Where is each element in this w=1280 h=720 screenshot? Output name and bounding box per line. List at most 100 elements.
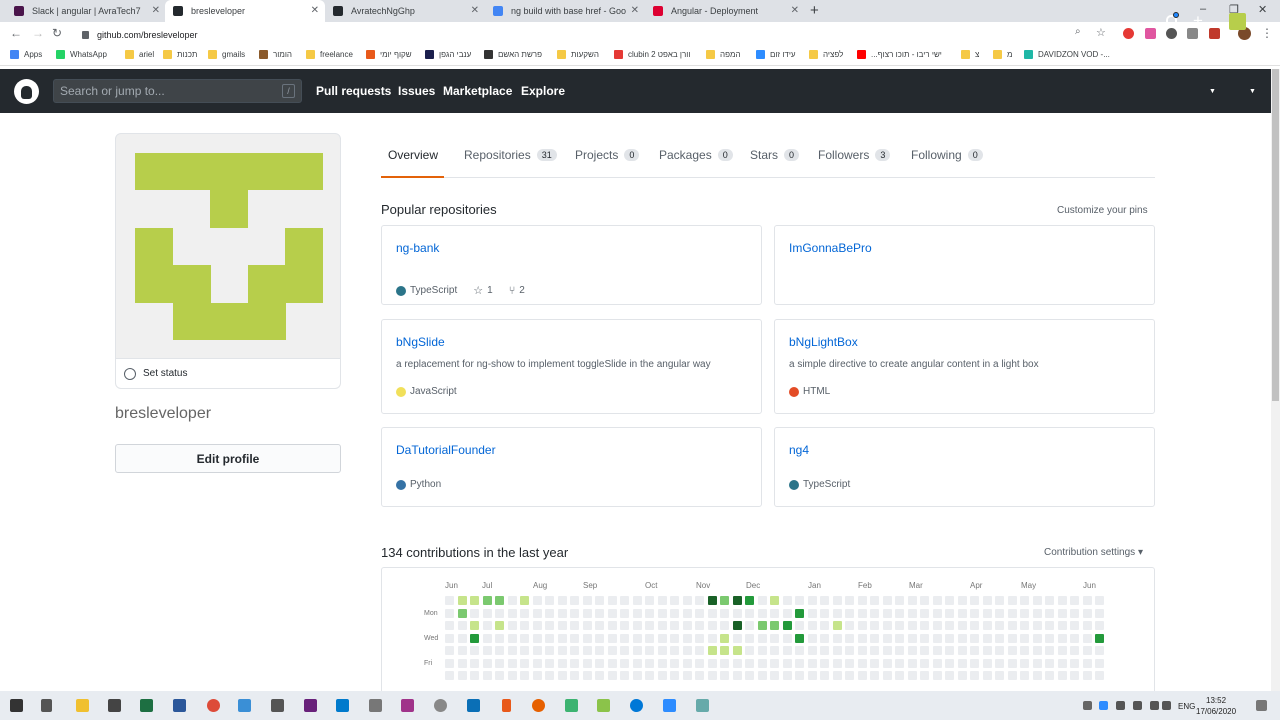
- contribution-day-cell[interactable]: [970, 621, 979, 630]
- chevron-down-icon[interactable]: ▼: [1249, 88, 1256, 95]
- app-icon[interactable]: [502, 699, 511, 712]
- contribution-day-cell[interactable]: [945, 646, 954, 655]
- contribution-day-cell[interactable]: [820, 671, 829, 680]
- contribution-day-cell[interactable]: [895, 646, 904, 655]
- contribution-day-cell[interactable]: [533, 634, 542, 643]
- contribution-day-cell[interactable]: [695, 621, 704, 630]
- network-icon[interactable]: [1133, 701, 1142, 710]
- bookmark-item[interactable]: gmails: [208, 50, 245, 59]
- contribution-day-cell[interactable]: [620, 621, 629, 630]
- contribution-day-cell[interactable]: [670, 596, 679, 605]
- chevron-down-icon[interactable]: ▼: [1209, 88, 1216, 95]
- contribution-day-cell[interactable]: [520, 646, 529, 655]
- contribution-day-cell[interactable]: [558, 609, 567, 618]
- contribution-day-cell[interactable]: [870, 634, 879, 643]
- tab-following[interactable]: Following 0: [911, 148, 983, 162]
- contribution-day-cell[interactable]: [770, 621, 779, 630]
- contribution-day-cell[interactable]: [845, 659, 854, 668]
- contribution-day-cell[interactable]: [558, 634, 567, 643]
- contribution-day-cell[interactable]: [545, 596, 554, 605]
- contribution-day-cell[interactable]: [820, 621, 829, 630]
- contribution-day-cell[interactable]: [833, 621, 842, 630]
- contribution-day-cell[interactable]: [658, 671, 667, 680]
- contribution-day-cell[interactable]: [720, 621, 729, 630]
- contribution-day-cell[interactable]: [833, 634, 842, 643]
- contribution-day-cell[interactable]: [970, 646, 979, 655]
- contribution-day-cell[interactable]: [658, 621, 667, 630]
- zoom-app-icon[interactable]: [663, 699, 676, 712]
- bookmark-item[interactable]: המפה: [706, 50, 741, 59]
- contribution-day-cell[interactable]: [808, 671, 817, 680]
- contribution-day-cell[interactable]: [445, 671, 454, 680]
- contribution-day-cell[interactable]: [583, 671, 592, 680]
- contribution-day-cell[interactable]: [858, 621, 867, 630]
- contribution-day-cell[interactable]: [445, 621, 454, 630]
- contribution-day-cell[interactable]: [483, 621, 492, 630]
- contribution-day-cell[interactable]: [758, 621, 767, 630]
- contribution-day-cell[interactable]: [720, 609, 729, 618]
- contribution-day-cell[interactable]: [695, 646, 704, 655]
- contribution-day-cell[interactable]: [770, 609, 779, 618]
- contribution-day-cell[interactable]: [533, 596, 542, 605]
- contribution-day-cell[interactable]: [1020, 634, 1029, 643]
- contribution-day-cell[interactable]: [1033, 621, 1042, 630]
- contribution-day-cell[interactable]: [733, 646, 742, 655]
- bookmark-item[interactable]: תכנות: [163, 50, 197, 59]
- contribution-day-cell[interactable]: [508, 646, 517, 655]
- contribution-day-cell[interactable]: [495, 646, 504, 655]
- contribution-day-cell[interactable]: [645, 609, 654, 618]
- contribution-day-cell[interactable]: [545, 609, 554, 618]
- contribution-day-cell[interactable]: [1033, 671, 1042, 680]
- contribution-day-cell[interactable]: [633, 621, 642, 630]
- contribution-day-cell[interactable]: [958, 659, 967, 668]
- contribution-day-cell[interactable]: [470, 671, 479, 680]
- contribution-day-cell[interactable]: [683, 634, 692, 643]
- contribution-day-cell[interactable]: [770, 596, 779, 605]
- contribution-day-cell[interactable]: [958, 621, 967, 630]
- contribution-day-cell[interactable]: [920, 596, 929, 605]
- contribution-day-cell[interactable]: [1008, 621, 1017, 630]
- contribution-day-cell[interactable]: [958, 596, 967, 605]
- contribution-day-cell[interactable]: [945, 671, 954, 680]
- contribution-day-cell[interactable]: [1008, 646, 1017, 655]
- contribution-day-cell[interactable]: [520, 596, 529, 605]
- bookmark-item[interactable]: עידו זום: [756, 50, 796, 59]
- contribution-day-cell[interactable]: [633, 634, 642, 643]
- bookmark-item[interactable]: מ: [993, 50, 1013, 59]
- close-icon[interactable]: ✕: [791, 5, 799, 16]
- contribution-day-cell[interactable]: [983, 634, 992, 643]
- contribution-day-cell[interactable]: [620, 646, 629, 655]
- contribution-day-cell[interactable]: [1083, 621, 1092, 630]
- battery-icon[interactable]: [1162, 701, 1171, 710]
- contribution-day-cell[interactable]: [870, 609, 879, 618]
- contribution-day-cell[interactable]: [1095, 596, 1104, 605]
- contribution-day-cell[interactable]: [683, 646, 692, 655]
- contribution-day-cell[interactable]: [695, 609, 704, 618]
- contribution-day-cell[interactable]: [770, 646, 779, 655]
- contribution-day-cell[interactable]: [1020, 621, 1029, 630]
- browser-tab-angular[interactable]: Angular - Deployment ✕: [645, 0, 805, 22]
- contribution-day-cell[interactable]: [758, 596, 767, 605]
- contribution-day-cell[interactable]: [1083, 659, 1092, 668]
- app-icon[interactable]: [369, 699, 382, 712]
- contribution-day-cell[interactable]: [683, 659, 692, 668]
- contribution-day-cell[interactable]: [483, 596, 492, 605]
- contribution-day-cell[interactable]: [1095, 609, 1104, 618]
- contribution-day-cell[interactable]: [708, 634, 717, 643]
- nav-marketplace[interactable]: Marketplace: [443, 84, 512, 98]
- bookmark-item[interactable]: freelance: [306, 50, 353, 59]
- contribution-day-cell[interactable]: [608, 634, 617, 643]
- contribution-day-cell[interactable]: [808, 596, 817, 605]
- contribution-day-cell[interactable]: [470, 659, 479, 668]
- contribution-day-cell[interactable]: [945, 621, 954, 630]
- contribution-day-cell[interactable]: [708, 609, 717, 618]
- contribution-day-cell[interactable]: [845, 609, 854, 618]
- contribution-day-cell[interactable]: [1083, 596, 1092, 605]
- word-icon[interactable]: [173, 699, 186, 712]
- contribution-day-cell[interactable]: [945, 609, 954, 618]
- tab-repositories[interactable]: Repositories 31: [464, 148, 557, 162]
- opera-extension-icon[interactable]: [1123, 28, 1134, 39]
- contribution-day-cell[interactable]: [808, 659, 817, 668]
- contribution-day-cell[interactable]: [733, 671, 742, 680]
- contribution-day-cell[interactable]: [658, 646, 667, 655]
